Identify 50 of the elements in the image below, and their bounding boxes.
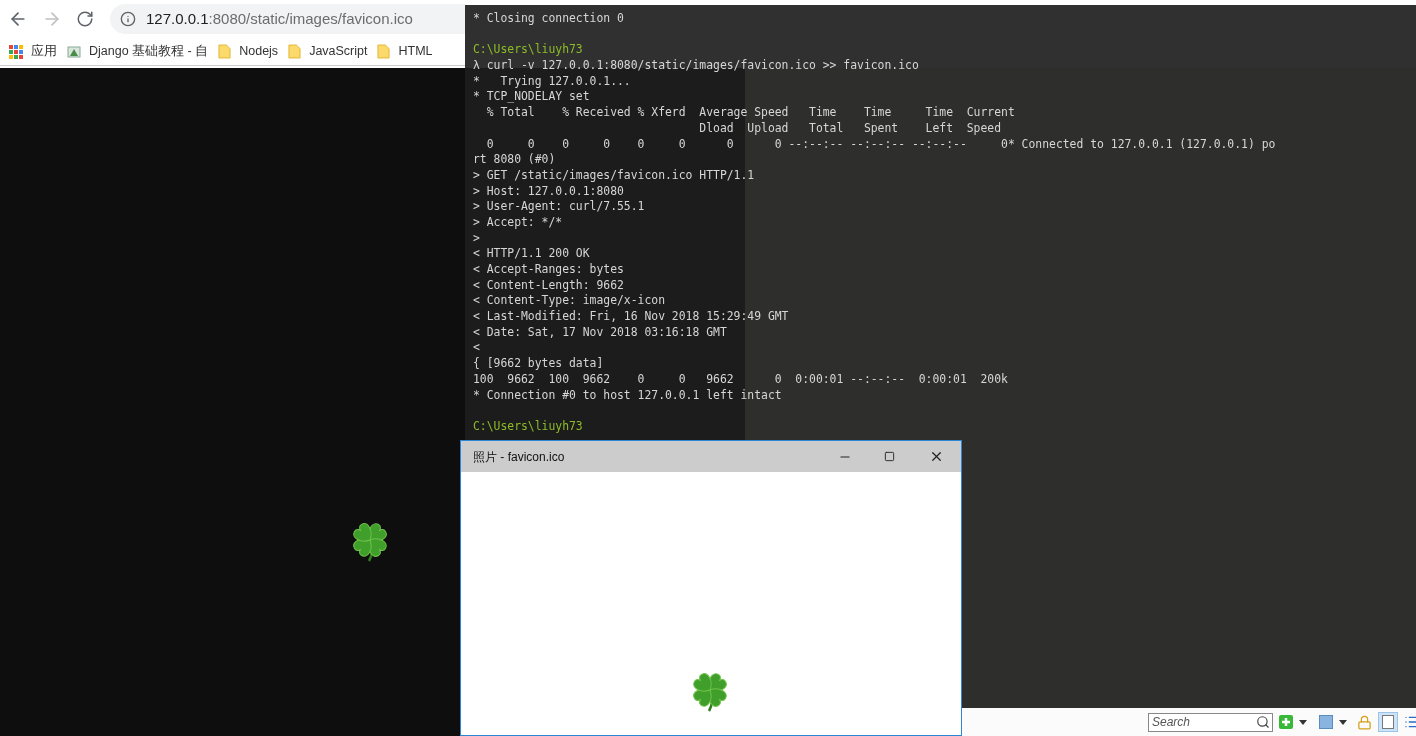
folder-icon: [218, 44, 232, 59]
add-icon[interactable]: [1279, 715, 1293, 729]
folder-icon: [377, 44, 391, 59]
terminal-line: > GET /static/images/favicon.ico HTTP/1.1: [473, 167, 755, 184]
list-icon[interactable]: [1404, 714, 1416, 730]
apps-grid-icon: [9, 44, 23, 59]
terminal-line: > Host: 127.0.0.1:8080: [473, 183, 624, 200]
terminal-line: <: [473, 340, 480, 357]
terminal-line: < Content-Length: 9662: [473, 277, 624, 294]
terminal-line: > User-Agent: curl/7.55.1: [473, 199, 645, 215]
window-title: 照片 - favicon.ico: [473, 448, 565, 466]
terminal-line: rt 8080 (#0): [473, 152, 556, 168]
terminal-line: < Content-Type: image/x-icon: [473, 293, 666, 310]
site-icon: [67, 44, 81, 59]
clover-icon: [690, 670, 730, 712]
terminal-line: < Last-Modified: Fri, 16 Nov 2018 15:29:49 GMT: [473, 309, 789, 325]
folder-icon: [288, 44, 302, 59]
terminal-line: { [9662 bytes data]: [473, 356, 604, 372]
search-field[interactable]: Search: [1148, 712, 1273, 732]
terminal-line: * Trying 127.0.0.1...: [473, 73, 631, 90]
terminal-line: Dload Upload Total Spent Left Speed: [698, 120, 1002, 137]
maximize-icon[interactable]: [884, 451, 895, 462]
clover-icon: [350, 520, 390, 562]
bookmark-item[interactable]: 应用: [4, 39, 62, 64]
bookmark-item[interactable]: Django 基础教程 - 自: [62, 39, 214, 64]
terminal-line: > Accept: */*: [473, 214, 563, 231]
terminal-line: % Total % Received % Xferd Average Speed Time Time Time Current: [485, 105, 1015, 121]
terminal-line: 100 9662 100 9662 0 0 9662 0 0:00:01 --:--:-- 0:00:01 200k: [473, 371, 1008, 388]
bookmark-item[interactable]: Nodejs: [213, 39, 284, 64]
pane-icon[interactable]: [1378, 712, 1398, 732]
close-icon[interactable]: [929, 449, 944, 464]
terminal-line: < HTTP/1.1 200 OK: [473, 246, 590, 262]
terminal-line: * Closing connection 0: [473, 11, 624, 27]
bookmark-item[interactable]: HTML: [372, 39, 438, 64]
caret-icon[interactable]: [1299, 719, 1307, 725]
terminal-line: * TCP_NODELAY set: [473, 89, 590, 106]
terminal-line: < Date: Sat, 17 Nov 2018 03:16:18 GMT: [473, 324, 727, 341]
reload-icon[interactable]: [76, 10, 94, 28]
caret-icon[interactable]: [1339, 719, 1347, 725]
prompt-path: C:\Users\liuyh73: [473, 418, 583, 435]
terminal-line: λ curl -v 127.0.0.1:8080/static/images/favicon.ico >> favicon.ico: [473, 58, 919, 74]
terminal-line: * Connection #0 to host 127.0.0.1 left intact: [473, 387, 782, 404]
terminal-line: 0 0 0 0 0 0 0 0 --:--:-- --:--:-- --:--:-- 0* Connected to 127.0.0.1 (127.0.0.1) po: [485, 136, 1276, 153]
address-bar[interactable]: 127.0.0.1:8080/static/images/favicon.ico: [110, 4, 465, 34]
prompt-path: C:\Users\liuyh73: [473, 42, 583, 59]
terminal-line: < Accept-Ranges: bytes: [473, 262, 624, 278]
terminal-line: >: [473, 230, 480, 247]
search-icon: [1256, 714, 1270, 729]
info-icon: [120, 11, 136, 27]
bookmark-item[interactable]: JavaScript: [283, 39, 373, 64]
